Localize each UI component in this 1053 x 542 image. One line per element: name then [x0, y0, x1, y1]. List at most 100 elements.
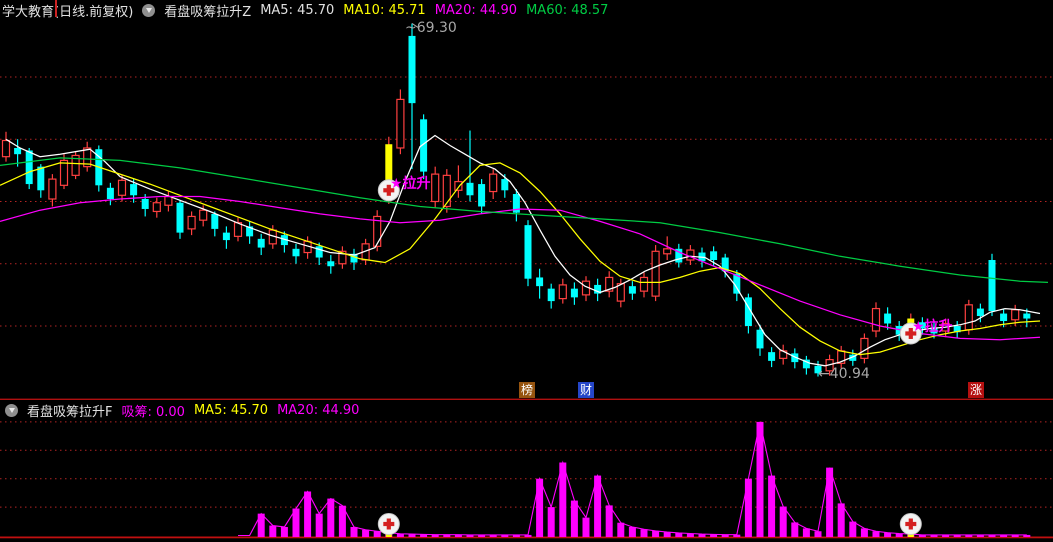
candle-body[interactable] [14, 147, 22, 155]
accumulation-bar[interactable] [362, 529, 370, 537]
accumulation-bar[interactable] [350, 526, 358, 537]
sub-indicator-name[interactable]: 看盘吸筹拉升F [27, 401, 112, 420]
candle-body[interactable] [663, 248, 672, 255]
ma60-value: MA60: 48.57 [526, 2, 609, 18]
xichou-value: 吸筹: 0.00 [121, 404, 185, 420]
cursor-tick-line [55, 0, 57, 17]
candle-body[interactable] [176, 202, 184, 233]
candle-body[interactable] [117, 179, 127, 196]
main-indicator-name[interactable]: 看盘吸筹拉升Z [164, 1, 251, 20]
candle-body[interactable] [536, 277, 544, 287]
accumulation-bar[interactable] [570, 500, 578, 537]
candle-body[interactable] [199, 209, 208, 221]
chart-canvas[interactable] [0, 0, 1053, 542]
candle-body[interactable] [756, 329, 764, 349]
candle-body[interactable] [547, 288, 555, 302]
candle-body[interactable] [976, 308, 984, 317]
ma20-value: MA20: 44.90 [434, 2, 518, 18]
accumulation-bar[interactable] [814, 531, 822, 537]
candle-body[interactable] [130, 184, 138, 196]
collapse-main-indicator-icon[interactable] [142, 3, 156, 17]
candle-body[interactable] [710, 251, 718, 261]
accumulation-bar[interactable] [744, 478, 752, 537]
candle-body[interactable] [37, 166, 45, 191]
watermark-badge-zhang: 涨 [968, 382, 984, 398]
candle-body[interactable] [478, 184, 486, 207]
accumulation-bar[interactable] [663, 532, 671, 537]
candle-body[interactable] [106, 187, 114, 200]
candle-body[interactable] [1023, 313, 1031, 319]
candle-body[interactable] [768, 352, 776, 361]
accumulation-bar[interactable] [327, 498, 335, 537]
candle-body[interactable] [48, 178, 57, 200]
accumulation-bar[interactable] [640, 529, 648, 537]
candle-body[interactable] [454, 180, 463, 191]
candle-body[interactable] [489, 173, 498, 193]
accumulation-bar[interactable] [304, 491, 312, 537]
candle-body[interactable] [570, 288, 578, 298]
candle-body[interactable] [408, 35, 416, 104]
accumulation-bar[interactable] [860, 528, 868, 537]
candle-body[interactable] [1011, 309, 1020, 321]
candle-body[interactable] [152, 202, 161, 213]
candle-body[interactable] [964, 304, 973, 331]
accumulation-bar[interactable] [617, 522, 625, 537]
accumulation-bar[interactable] [315, 513, 323, 537]
accumulation-bar[interactable] [652, 530, 660, 537]
accumulation-bar[interactable] [536, 478, 544, 537]
accumulation-bar[interactable] [605, 505, 613, 537]
accumulation-bar[interactable] [582, 517, 590, 537]
candle-body[interactable] [141, 199, 149, 209]
collapse-sub-indicator-icon[interactable] [5, 403, 18, 417]
ma10-value: MA10: 45.71 [343, 2, 426, 18]
accumulation-bar[interactable] [802, 528, 810, 537]
candle-body[interactable] [327, 261, 335, 267]
candle-body[interactable] [871, 307, 881, 332]
accumulation-bar[interactable] [768, 475, 776, 537]
candle-body[interactable] [651, 250, 660, 297]
candle-body[interactable] [187, 215, 196, 230]
candle-body[interactable] [164, 195, 173, 206]
accumulation-bar[interactable] [837, 503, 845, 537]
accumulation-bar[interactable] [756, 421, 764, 537]
main-panel-header: 学大教育(日线.前复权) 看盘吸筹拉升Z MA5: 45.70 MA10: 45… [0, 0, 1053, 20]
accumulation-bar[interactable] [628, 526, 636, 537]
sub-ma5-value: MA5: 45.70 [193, 402, 269, 418]
ma5-line [5, 134, 1041, 367]
accumulation-bar[interactable] [872, 531, 880, 537]
pullup-signal-label-right: ★拉升 [912, 319, 953, 335]
candle-body[interactable] [524, 225, 532, 279]
accumulation-bar[interactable] [547, 507, 555, 537]
low-price-annotation: ←40.94 [818, 366, 870, 382]
candle-body[interactable] [59, 159, 69, 186]
candle-body[interactable] [988, 260, 996, 312]
accumulation-bar[interactable] [280, 526, 288, 537]
candle-body[interactable] [257, 238, 265, 248]
candle-body[interactable] [686, 249, 695, 261]
candle-body[interactable] [396, 98, 405, 149]
candle-body[interactable] [315, 246, 323, 258]
watermark-badge-cai: 财 [578, 382, 594, 398]
candle-body[interactable] [1000, 313, 1008, 322]
candle-body[interactable] [25, 150, 33, 185]
accumulation-bar[interactable] [373, 531, 381, 537]
accumulation-bar[interactable] [269, 525, 277, 537]
candle-body[interactable] [558, 284, 567, 300]
candle-body[interactable] [222, 232, 230, 241]
candle-body[interactable] [211, 213, 219, 229]
candle-body[interactable] [884, 313, 892, 324]
candle-body[interactable] [639, 276, 649, 292]
accumulation-bar[interactable] [779, 506, 787, 537]
sub-ma20-value: MA20: 44.90 [277, 402, 360, 418]
pullup-signal-label-left: ★拉升 [390, 176, 431, 192]
accumulation-bar[interactable] [791, 522, 799, 537]
candle-body[interactable] [466, 182, 474, 196]
accumulation-bar[interactable] [849, 521, 857, 537]
candle-body[interactable] [628, 286, 636, 294]
candle-body[interactable] [431, 173, 440, 203]
ma5-value: MA5: 45.70 [260, 2, 335, 18]
candle-body[interactable] [501, 179, 509, 191]
candle-body[interactable] [1, 139, 11, 158]
candle-body[interactable] [292, 248, 300, 257]
candle-body[interactable] [442, 174, 451, 208]
